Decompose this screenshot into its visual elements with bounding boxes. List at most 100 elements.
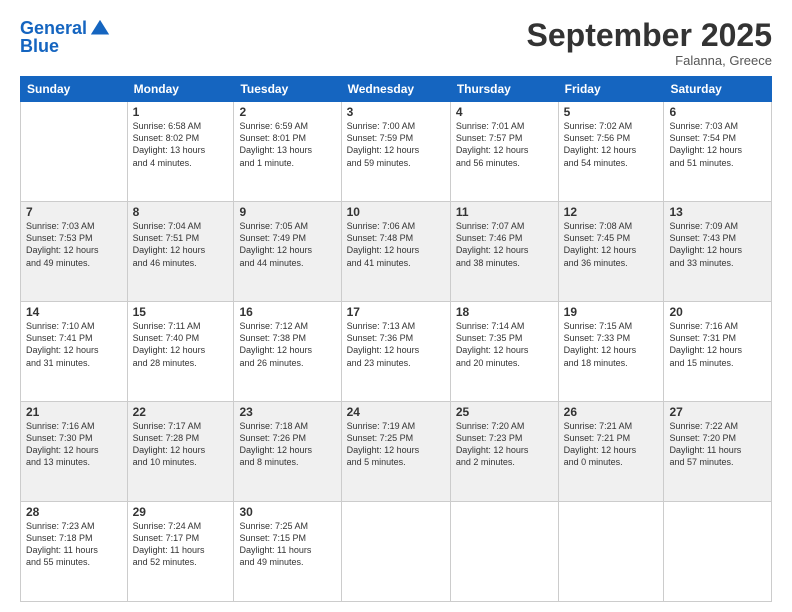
calendar-cell: 2Sunrise: 6:59 AM Sunset: 8:01 PM Daylig…: [234, 102, 341, 202]
day-info: Sunrise: 7:05 AM Sunset: 7:49 PM Dayligh…: [239, 220, 335, 269]
calendar-cell: 14Sunrise: 7:10 AM Sunset: 7:41 PM Dayli…: [21, 302, 128, 402]
title-area: September 2025 Falanna, Greece: [527, 18, 772, 68]
day-info: Sunrise: 7:02 AM Sunset: 7:56 PM Dayligh…: [564, 120, 659, 169]
month-title: September 2025: [527, 18, 772, 53]
day-number: 17: [347, 305, 445, 319]
day-info: Sunrise: 7:20 AM Sunset: 7:23 PM Dayligh…: [456, 420, 553, 469]
weekday-header-row: SundayMondayTuesdayWednesdayThursdayFrid…: [21, 77, 772, 102]
day-info: Sunrise: 7:15 AM Sunset: 7:33 PM Dayligh…: [564, 320, 659, 369]
day-info: Sunrise: 7:18 AM Sunset: 7:26 PM Dayligh…: [239, 420, 335, 469]
calendar-cell: 23Sunrise: 7:18 AM Sunset: 7:26 PM Dayli…: [234, 402, 341, 502]
day-number: 24: [347, 405, 445, 419]
calendar-cell: 15Sunrise: 7:11 AM Sunset: 7:40 PM Dayli…: [127, 302, 234, 402]
day-info: Sunrise: 7:23 AM Sunset: 7:18 PM Dayligh…: [26, 520, 122, 569]
calendar-cell: 27Sunrise: 7:22 AM Sunset: 7:20 PM Dayli…: [664, 402, 772, 502]
day-info: Sunrise: 7:21 AM Sunset: 7:21 PM Dayligh…: [564, 420, 659, 469]
calendar-week-row: 1Sunrise: 6:58 AM Sunset: 8:02 PM Daylig…: [21, 102, 772, 202]
calendar-cell: 22Sunrise: 7:17 AM Sunset: 7:28 PM Dayli…: [127, 402, 234, 502]
calendar-cell: 26Sunrise: 7:21 AM Sunset: 7:21 PM Dayli…: [558, 402, 664, 502]
day-info: Sunrise: 7:24 AM Sunset: 7:17 PM Dayligh…: [133, 520, 229, 569]
calendar-week-row: 21Sunrise: 7:16 AM Sunset: 7:30 PM Dayli…: [21, 402, 772, 502]
day-number: 23: [239, 405, 335, 419]
calendar-cell: 24Sunrise: 7:19 AM Sunset: 7:25 PM Dayli…: [341, 402, 450, 502]
day-info: Sunrise: 7:12 AM Sunset: 7:38 PM Dayligh…: [239, 320, 335, 369]
calendar-cell: 20Sunrise: 7:16 AM Sunset: 7:31 PM Dayli…: [664, 302, 772, 402]
logo: General Blue: [20, 18, 111, 57]
day-number: 21: [26, 405, 122, 419]
weekday-sunday: Sunday: [21, 77, 128, 102]
calendar-cell: 21Sunrise: 7:16 AM Sunset: 7:30 PM Dayli…: [21, 402, 128, 502]
day-info: Sunrise: 6:59 AM Sunset: 8:01 PM Dayligh…: [239, 120, 335, 169]
calendar-cell: 6Sunrise: 7:03 AM Sunset: 7:54 PM Daylig…: [664, 102, 772, 202]
calendar-cell: [558, 502, 664, 602]
day-number: 25: [456, 405, 553, 419]
calendar-cell: 29Sunrise: 7:24 AM Sunset: 7:17 PM Dayli…: [127, 502, 234, 602]
day-number: 4: [456, 105, 553, 119]
day-number: 6: [669, 105, 766, 119]
calendar-week-row: 7Sunrise: 7:03 AM Sunset: 7:53 PM Daylig…: [21, 202, 772, 302]
calendar-week-row: 28Sunrise: 7:23 AM Sunset: 7:18 PM Dayli…: [21, 502, 772, 602]
day-number: 30: [239, 505, 335, 519]
day-number: 15: [133, 305, 229, 319]
calendar-cell: 5Sunrise: 7:02 AM Sunset: 7:56 PM Daylig…: [558, 102, 664, 202]
calendar-cell: [21, 102, 128, 202]
calendar-cell: 10Sunrise: 7:06 AM Sunset: 7:48 PM Dayli…: [341, 202, 450, 302]
day-info: Sunrise: 7:16 AM Sunset: 7:31 PM Dayligh…: [669, 320, 766, 369]
day-number: 20: [669, 305, 766, 319]
day-info: Sunrise: 7:00 AM Sunset: 7:59 PM Dayligh…: [347, 120, 445, 169]
day-info: Sunrise: 7:14 AM Sunset: 7:35 PM Dayligh…: [456, 320, 553, 369]
day-number: 8: [133, 205, 229, 219]
calendar-cell: 12Sunrise: 7:08 AM Sunset: 7:45 PM Dayli…: [558, 202, 664, 302]
day-number: 11: [456, 205, 553, 219]
day-number: 16: [239, 305, 335, 319]
day-number: 7: [26, 205, 122, 219]
calendar-cell: 30Sunrise: 7:25 AM Sunset: 7:15 PM Dayli…: [234, 502, 341, 602]
weekday-wednesday: Wednesday: [341, 77, 450, 102]
day-info: Sunrise: 7:22 AM Sunset: 7:20 PM Dayligh…: [669, 420, 766, 469]
day-info: Sunrise: 7:06 AM Sunset: 7:48 PM Dayligh…: [347, 220, 445, 269]
day-number: 29: [133, 505, 229, 519]
day-number: 9: [239, 205, 335, 219]
calendar-cell: 25Sunrise: 7:20 AM Sunset: 7:23 PM Dayli…: [450, 402, 558, 502]
day-info: Sunrise: 7:07 AM Sunset: 7:46 PM Dayligh…: [456, 220, 553, 269]
weekday-saturday: Saturday: [664, 77, 772, 102]
header: General Blue September 2025 Falanna, Gre…: [20, 18, 772, 68]
calendar-cell: 16Sunrise: 7:12 AM Sunset: 7:38 PM Dayli…: [234, 302, 341, 402]
logo-icon: [89, 18, 111, 40]
calendar-cell: [664, 502, 772, 602]
calendar-cell: 28Sunrise: 7:23 AM Sunset: 7:18 PM Dayli…: [21, 502, 128, 602]
calendar-cell: 3Sunrise: 7:00 AM Sunset: 7:59 PM Daylig…: [341, 102, 450, 202]
weekday-monday: Monday: [127, 77, 234, 102]
calendar-cell: 17Sunrise: 7:13 AM Sunset: 7:36 PM Dayli…: [341, 302, 450, 402]
weekday-thursday: Thursday: [450, 77, 558, 102]
day-number: 27: [669, 405, 766, 419]
calendar-cell: 4Sunrise: 7:01 AM Sunset: 7:57 PM Daylig…: [450, 102, 558, 202]
calendar-cell: [341, 502, 450, 602]
calendar-week-row: 14Sunrise: 7:10 AM Sunset: 7:41 PM Dayli…: [21, 302, 772, 402]
day-info: Sunrise: 6:58 AM Sunset: 8:02 PM Dayligh…: [133, 120, 229, 169]
day-number: 10: [347, 205, 445, 219]
day-info: Sunrise: 7:19 AM Sunset: 7:25 PM Dayligh…: [347, 420, 445, 469]
calendar-table: SundayMondayTuesdayWednesdayThursdayFrid…: [20, 76, 772, 602]
calendar-cell: [450, 502, 558, 602]
day-number: 1: [133, 105, 229, 119]
day-info: Sunrise: 7:13 AM Sunset: 7:36 PM Dayligh…: [347, 320, 445, 369]
calendar-cell: 7Sunrise: 7:03 AM Sunset: 7:53 PM Daylig…: [21, 202, 128, 302]
day-info: Sunrise: 7:01 AM Sunset: 7:57 PM Dayligh…: [456, 120, 553, 169]
day-number: 14: [26, 305, 122, 319]
day-number: 28: [26, 505, 122, 519]
calendar-cell: 19Sunrise: 7:15 AM Sunset: 7:33 PM Dayli…: [558, 302, 664, 402]
day-number: 18: [456, 305, 553, 319]
day-number: 19: [564, 305, 659, 319]
day-info: Sunrise: 7:16 AM Sunset: 7:30 PM Dayligh…: [26, 420, 122, 469]
weekday-tuesday: Tuesday: [234, 77, 341, 102]
day-info: Sunrise: 7:25 AM Sunset: 7:15 PM Dayligh…: [239, 520, 335, 569]
day-info: Sunrise: 7:10 AM Sunset: 7:41 PM Dayligh…: [26, 320, 122, 369]
day-info: Sunrise: 7:09 AM Sunset: 7:43 PM Dayligh…: [669, 220, 766, 269]
day-number: 13: [669, 205, 766, 219]
weekday-friday: Friday: [558, 77, 664, 102]
calendar-cell: 9Sunrise: 7:05 AM Sunset: 7:49 PM Daylig…: [234, 202, 341, 302]
day-number: 2: [239, 105, 335, 119]
day-number: 3: [347, 105, 445, 119]
calendar-cell: 11Sunrise: 7:07 AM Sunset: 7:46 PM Dayli…: [450, 202, 558, 302]
